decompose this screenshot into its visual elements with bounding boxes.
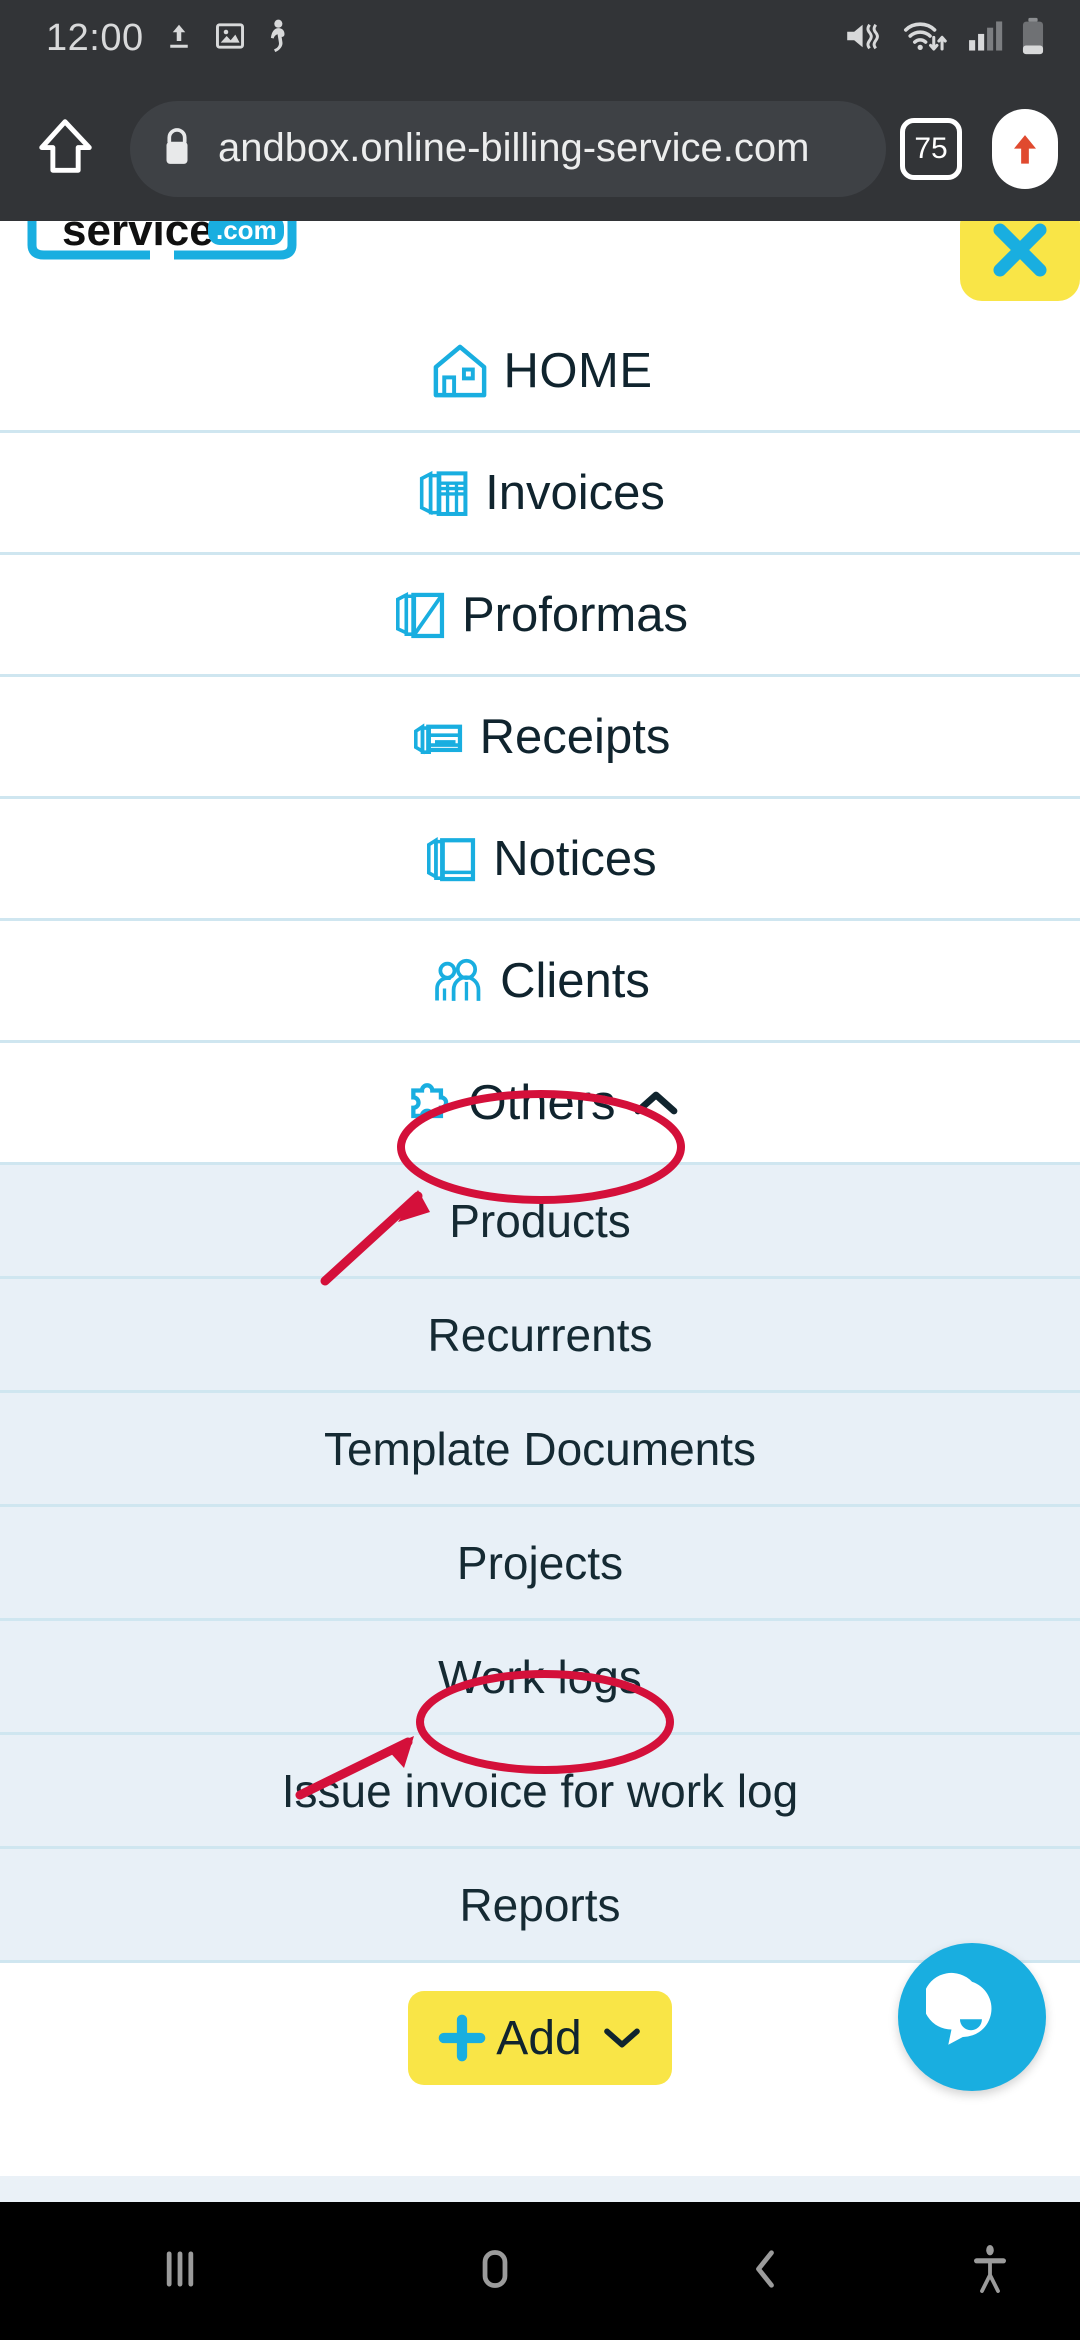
page-bottom-strip [0, 2176, 1080, 2202]
menu-item-label: Notices [493, 831, 657, 886]
menu-item-invoices[interactable]: Invoices [0, 433, 1080, 555]
menu-item-notices[interactable]: Notices [0, 799, 1080, 921]
submenu-item-recurrents[interactable]: Recurrents [0, 1279, 1080, 1393]
submenu-item-label: Recurrents [427, 1308, 653, 1361]
home-button[interactable] [360, 2243, 630, 2300]
submenu-item-label: Template Documents [323, 1422, 757, 1475]
menu-item-label: Clients [500, 953, 650, 1008]
mute-vibrate-icon [843, 19, 885, 58]
people-icon [430, 952, 488, 1010]
cellular-signal-icon [967, 19, 1003, 58]
menu-item-proformas[interactable]: Proformas [0, 555, 1080, 677]
submenu-item-products[interactable]: Products [0, 1165, 1080, 1279]
image-icon [214, 20, 246, 57]
wifi-transfer-icon [902, 18, 950, 59]
menu-item-others[interactable]: Others [0, 1043, 1080, 1165]
chevron-up-icon[interactable] [632, 1086, 680, 1120]
close-menu-button[interactable] [960, 221, 1080, 301]
menu-item-label: Invoices [485, 465, 665, 520]
menu-item-label: Receipts [479, 709, 671, 764]
submenu-item-label: Work logs [438, 1650, 642, 1703]
menu-item-receipts[interactable]: Receipts [0, 677, 1080, 799]
notices-stack-icon [423, 830, 481, 888]
plus-icon [434, 2010, 490, 2066]
menu-item-label: HOME [503, 343, 653, 398]
menu-item-label: Others [468, 1075, 616, 1130]
status-bar-right [843, 17, 1046, 60]
submenu-item-template-documents[interactable]: Template Documents [0, 1393, 1080, 1507]
recents-button[interactable] [0, 2243, 360, 2300]
back-button[interactable] [630, 2243, 900, 2300]
main-menu: HOME Invoices Proformas Receipts Notices… [0, 311, 1080, 1963]
svg-text:.com: .com [216, 221, 277, 245]
receipts-stack-icon [410, 708, 468, 766]
chat-widget-button[interactable] [898, 1943, 1046, 2091]
status-bar: 12:00 [0, 0, 1080, 76]
site-header: online-billing- service .com [0, 221, 1080, 311]
house-icon [428, 339, 492, 403]
web-page-content: online-billing- service .com HOME [0, 221, 1080, 2201]
add-button-label: Add [496, 2011, 582, 2065]
back-icon [739, 2243, 791, 2300]
upload-icon [164, 20, 194, 57]
lock-icon [160, 125, 194, 172]
svg-text:service: service [62, 221, 214, 255]
upload-arrow-icon[interactable] [992, 108, 1058, 189]
home-outline-icon [34, 115, 96, 182]
close-icon [983, 221, 1057, 292]
recents-icon [154, 2243, 206, 2300]
url-text[interactable]: andbox.online-billing-service.com [218, 126, 809, 171]
submenu-item-work-logs[interactable]: Work logs [0, 1621, 1080, 1735]
android-navigation-bar [0, 2202, 1080, 2340]
page-footer: Add [0, 1943, 1080, 2113]
accessibility-icon [967, 2243, 1013, 2300]
submenu-item-label: Projects [456, 1536, 624, 1589]
invoices-stack-icon [415, 464, 473, 522]
browser-toolbar: andbox.online-billing-service.com 75 [0, 76, 1080, 221]
site-logo[interactable]: online-billing- service .com [22, 221, 302, 279]
add-button[interactable]: Add [408, 1991, 672, 2085]
submenu-item-label: Issue invoice for work log [281, 1764, 799, 1817]
url-omnibox[interactable]: andbox.online-billing-service.com [130, 100, 886, 197]
submenu-item-label: Products [449, 1194, 631, 1247]
browser-home-button[interactable] [0, 115, 130, 182]
submenu-item-projects[interactable]: Projects [0, 1507, 1080, 1621]
menu-item-label: Proformas [461, 587, 688, 642]
status-bar-left: 12:00 [46, 17, 292, 60]
chat-bubble-smile-icon [923, 1969, 1018, 2066]
submenu-item-reports[interactable]: Reports [0, 1849, 1080, 1963]
proformas-stack-icon [392, 586, 450, 644]
tab-counter-button[interactable]: 75 [900, 117, 962, 180]
battery-low-icon [1020, 17, 1046, 60]
menu-item-home[interactable]: HOME [0, 311, 1080, 433]
accessibility-button[interactable] [900, 2243, 1080, 2300]
status-bar-clock: 12:00 [46, 16, 144, 59]
submenu-item-label: Reports [459, 1878, 621, 1931]
home-square-icon [469, 2243, 521, 2300]
submenu-item-issue-invoice-for-work-log[interactable]: Issue invoice for work log [0, 1735, 1080, 1849]
person-walking-icon [266, 19, 292, 58]
menu-item-clients[interactable]: Clients [0, 921, 1080, 1043]
chevron-down-icon[interactable] [602, 2024, 642, 2052]
puzzle-piece-icon [400, 1075, 456, 1131]
